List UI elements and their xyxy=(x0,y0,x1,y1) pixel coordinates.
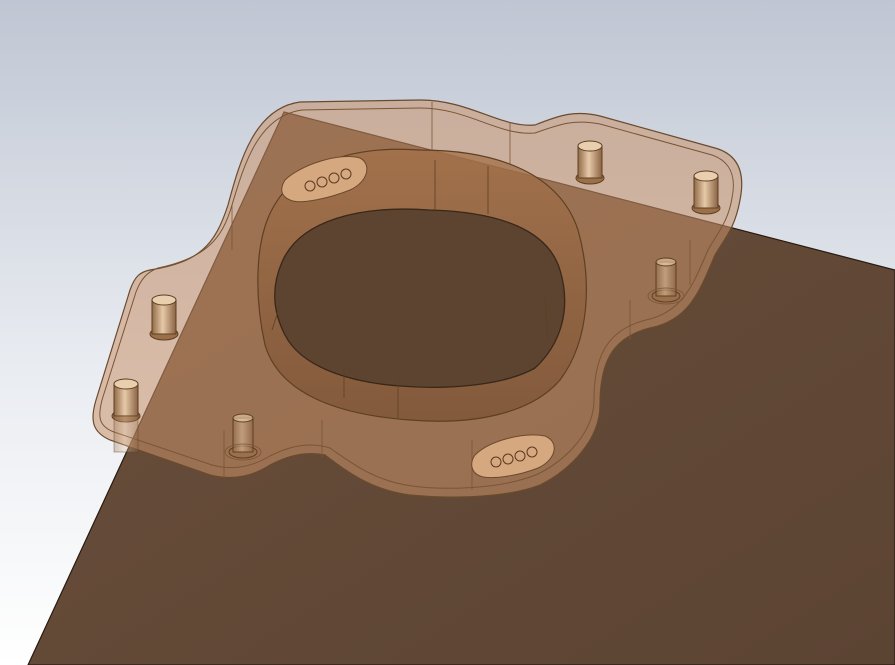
pin[interactable] xyxy=(149,294,179,341)
pin[interactable] xyxy=(228,413,258,459)
pin[interactable] xyxy=(111,378,141,453)
flange-opening[interactable] xyxy=(274,208,566,388)
pin[interactable] xyxy=(691,170,721,215)
cad-model-scene[interactable] xyxy=(0,0,895,665)
cad-viewport[interactable] xyxy=(0,0,895,665)
pin[interactable] xyxy=(575,140,605,185)
pin[interactable] xyxy=(651,257,681,303)
